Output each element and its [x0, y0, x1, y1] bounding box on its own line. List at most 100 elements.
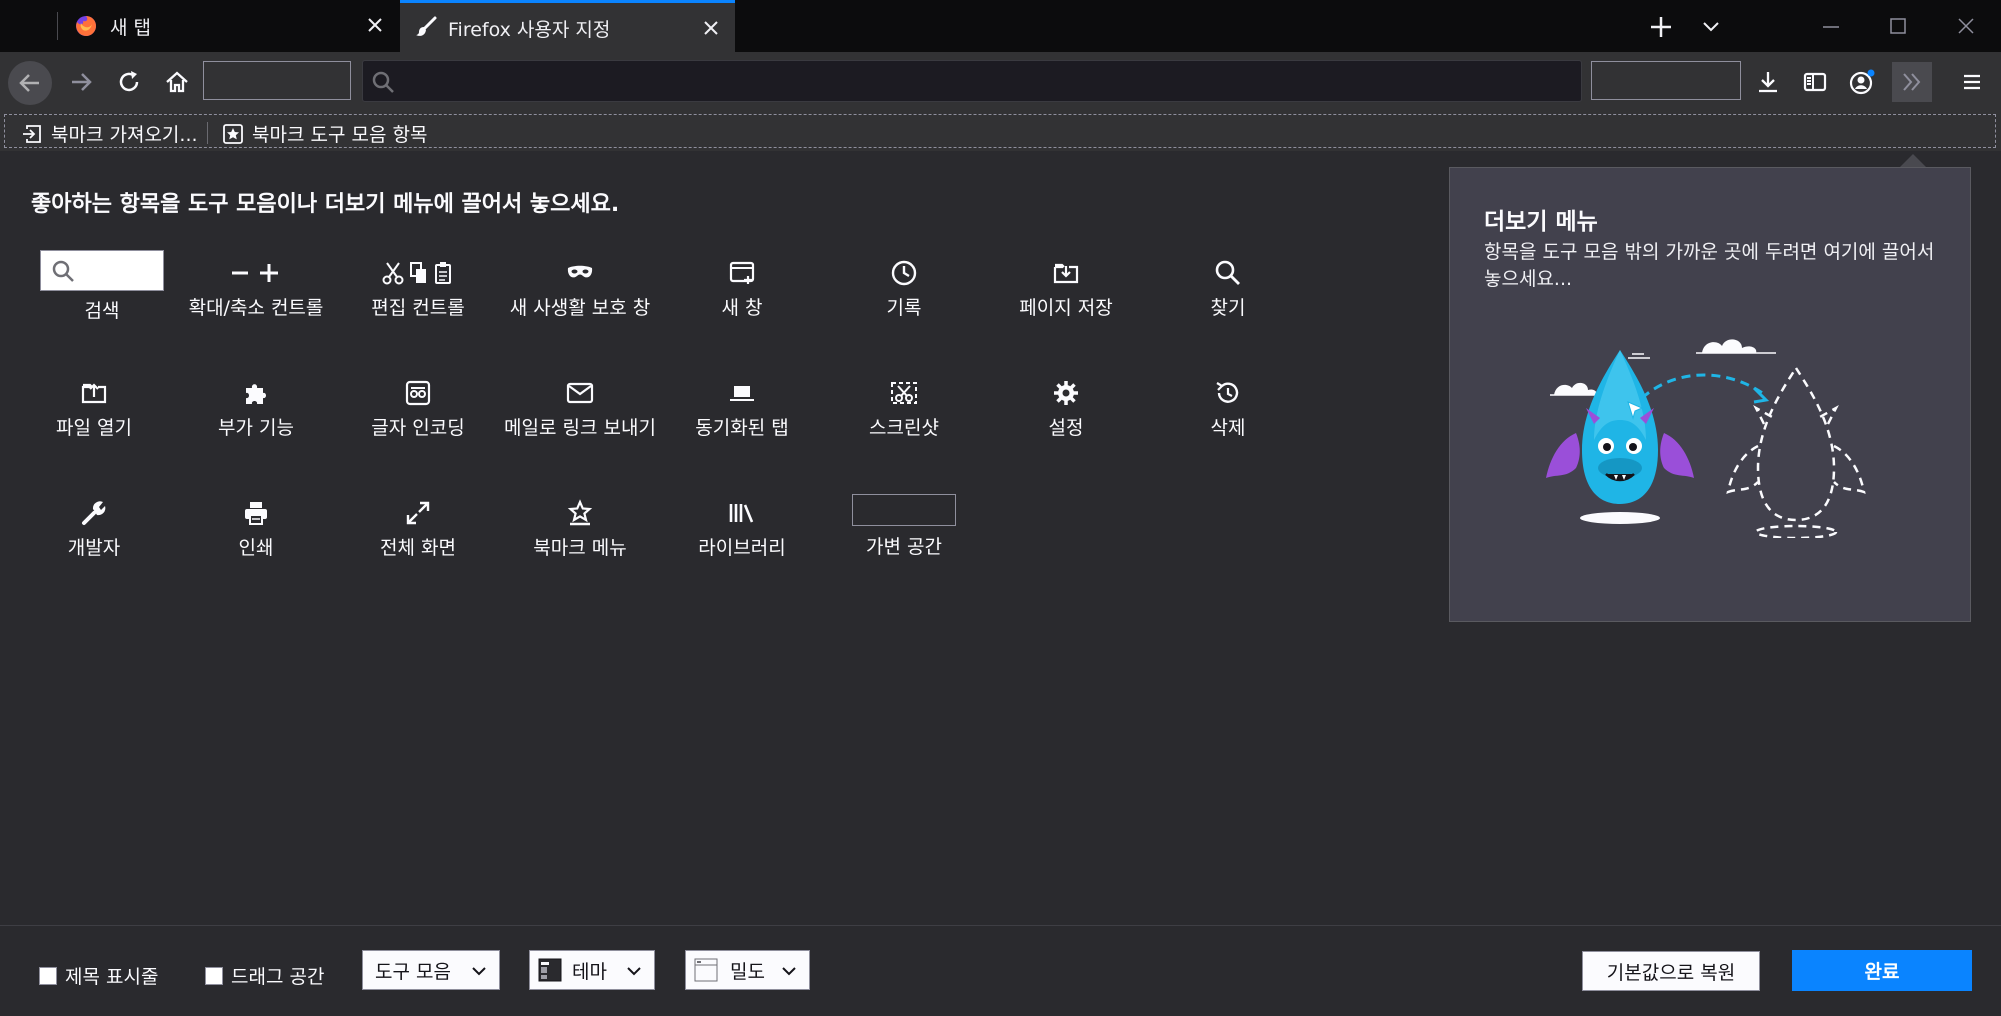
dropdown-label: 밀도	[730, 960, 765, 983]
navigation-toolbar	[0, 52, 2001, 111]
palette-label: 인쇄	[238, 537, 274, 559]
history-clock-icon	[823, 259, 985, 287]
palette-text-encoding[interactable]: 글자 인코딩	[337, 379, 499, 440]
palette-history[interactable]: 기록	[823, 259, 985, 320]
palette-label: 새 창	[721, 297, 763, 319]
palette-library[interactable]: 라이브러리	[661, 499, 823, 560]
palette-label: 가변 공간	[866, 536, 942, 558]
title-bar-checkbox[interactable]: 제목 표시줄	[39, 962, 158, 989]
palette-developer[interactable]: 개발자	[13, 499, 175, 560]
tab-new-tab[interactable]: 새 탭	[58, 0, 399, 52]
palette-label: 페이지 저장	[1019, 297, 1113, 319]
palette-private-window[interactable]: 새 사생활 보호 창	[499, 259, 661, 320]
palette-label: 삭제	[1210, 417, 1246, 439]
palette-label: 설정	[1048, 417, 1084, 439]
mail-icon	[499, 379, 661, 407]
palette-email-link[interactable]: 메일로 링크 보내기	[499, 379, 661, 440]
palette-label: 부가 기능	[218, 417, 294, 439]
maximize-window-icon[interactable]	[1887, 15, 1909, 37]
overflow-menu-button[interactable]	[1892, 62, 1932, 102]
list-all-tabs-chevron-icon[interactable]	[1700, 16, 1722, 38]
palette-settings[interactable]: 설정	[985, 379, 1147, 440]
palette-forget[interactable]: 삭제	[1147, 379, 1309, 440]
app-menu-button[interactable]	[1953, 63, 1991, 101]
density-dropdown[interactable]: 밀도	[685, 950, 810, 990]
gear-icon	[985, 379, 1147, 407]
toolbars-dropdown[interactable]: 도구 모음	[362, 950, 500, 990]
addons-puzzle-icon	[175, 379, 337, 407]
library-icon	[661, 499, 823, 527]
brush-icon	[414, 15, 438, 39]
palette-edit-controls[interactable]: 편집 컨트롤	[337, 259, 499, 320]
done-button[interactable]: 완료	[1792, 950, 1972, 991]
new-window-icon	[661, 259, 823, 287]
sidebar-button[interactable]	[1796, 63, 1834, 101]
palette-label: 편집 컨트롤	[371, 297, 465, 319]
flexible-space[interactable]	[1591, 61, 1741, 100]
dropdown-label: 도구 모음	[375, 960, 451, 983]
bookmark-label: 북마크 가져오기...	[51, 124, 198, 146]
checkbox-box[interactable]	[205, 966, 223, 985]
bookmark-toolbar-items[interactable]: 북마크 도구 모음 항목	[222, 120, 427, 147]
tab-customize-firefox[interactable]: Firefox 사용자 지정	[400, 0, 735, 52]
palette-addons[interactable]: 부가 기능	[175, 379, 337, 440]
search-icon	[52, 260, 74, 282]
overflow-menu-panel: 더보기 메뉴 항목을 도구 모음 밖의 가까운 곳에 두려면 여기에 끌어서 놓…	[1449, 167, 1971, 622]
text-encoding-icon	[337, 379, 499, 407]
flexible-space[interactable]	[203, 61, 351, 100]
palette-print[interactable]: 인쇄	[175, 499, 337, 560]
search-icon	[371, 70, 395, 94]
close-tab-icon[interactable]	[365, 15, 385, 35]
fullscreen-icon	[337, 499, 499, 527]
minimize-window-icon[interactable]	[1820, 16, 1842, 38]
find-icon	[1147, 259, 1309, 287]
bookmark-import[interactable]: 북마크 가져오기...	[21, 120, 198, 147]
palette-label: 동기화된 탭	[695, 417, 789, 439]
dropdown-label: 테마	[572, 960, 607, 983]
chevron-down-icon	[624, 961, 644, 981]
forward-button[interactable]	[62, 63, 100, 101]
palette-bookmarks-menu[interactable]: 북마크 메뉴	[499, 499, 661, 560]
customize-hint: 좋아하는 항목을 도구 모음이나 더보기 메뉴에 끌어서 놓으세요.	[31, 192, 620, 217]
palette-fullscreen[interactable]: 전체 화면	[337, 499, 499, 560]
palette-screenshot[interactable]: 스크린샷	[823, 379, 985, 440]
url-bar[interactable]	[362, 60, 1582, 102]
downloads-button[interactable]	[1749, 63, 1787, 101]
palette-label: 스크린샷	[869, 417, 939, 439]
palette-flexible-space[interactable]: 가변 공간	[823, 494, 985, 559]
themes-dropdown[interactable]: 테마	[529, 950, 655, 990]
palette-save-page[interactable]: 페이지 저장	[985, 259, 1147, 320]
palette-search[interactable]: 검색	[21, 250, 183, 323]
drag-space-checkbox[interactable]: 드래그 공간	[205, 962, 324, 989]
palette-find[interactable]: 찾기	[1147, 259, 1309, 320]
checkbox-box[interactable]	[39, 966, 57, 985]
home-button[interactable]	[158, 63, 196, 101]
close-window-icon[interactable]	[1955, 15, 1977, 37]
flexible-space-box	[852, 494, 956, 526]
palette-label: 확대/축소 컨트롤	[188, 297, 324, 319]
back-button[interactable]	[8, 61, 52, 105]
palette-new-window[interactable]: 새 창	[661, 259, 823, 320]
palette-label: 북마크 메뉴	[533, 537, 627, 559]
bookmark-menu-icon	[499, 499, 661, 527]
palette-open-file[interactable]: 파일 열기	[13, 379, 175, 440]
palette-label: 찾기	[1210, 297, 1246, 319]
palette-label: 라이브러리	[698, 537, 786, 559]
account-icon	[1849, 69, 1875, 95]
import-icon	[21, 123, 43, 145]
palette-label: 기록	[886, 297, 922, 319]
download-icon	[1759, 72, 1777, 93]
forward-arrow-icon	[72, 73, 92, 91]
bookmarks-toolbar: 북마크 가져오기... 북마크 도구 모음 항목	[0, 111, 2001, 151]
overflow-chevron-icon	[1903, 73, 1921, 91]
new-tab-plus-icon[interactable]	[1648, 14, 1674, 40]
open-file-icon	[13, 379, 175, 407]
reload-button[interactable]	[110, 63, 148, 101]
palette-zoom-controls[interactable]: 확대/축소 컨트롤	[175, 259, 337, 320]
chevron-down-icon	[469, 961, 489, 981]
palette-label: 개발자	[67, 537, 121, 559]
close-tab-icon[interactable]	[701, 18, 721, 38]
account-button[interactable]	[1843, 63, 1881, 101]
palette-synced-tabs[interactable]: 동기화된 탭	[661, 379, 823, 440]
restore-defaults-button[interactable]: 기본값으로 복원	[1582, 951, 1760, 991]
